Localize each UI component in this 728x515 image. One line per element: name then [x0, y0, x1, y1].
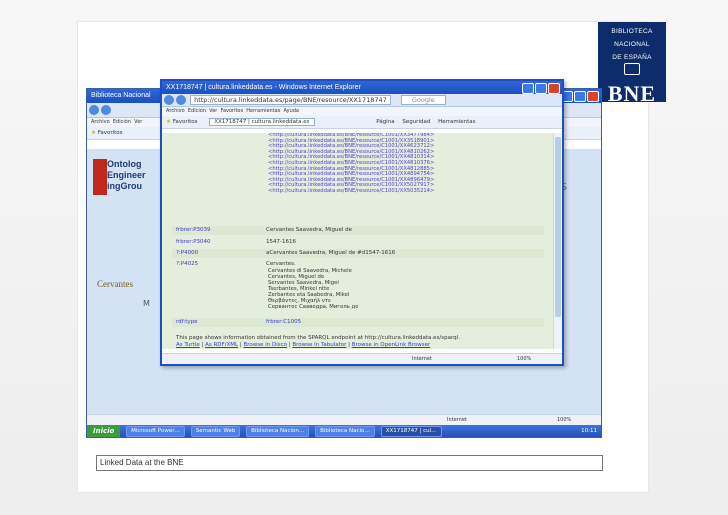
task-biblioteca-2[interactable]: Biblioteca Nacio… [315, 426, 375, 437]
property-row: frbrer:P3040 1547-1616 [176, 239, 296, 245]
property-key[interactable]: ?:P4025 [176, 261, 266, 267]
name-variant: Сервантес Сааведра, Мигель де [268, 304, 359, 310]
property-key[interactable]: rdf:type [176, 319, 266, 325]
property-row: ?:P4025 Cervantes. [176, 261, 296, 267]
menu-edicion[interactable]: Edición [188, 108, 206, 114]
task-semantic-web[interactable]: Semantic Web [190, 426, 241, 437]
property-row: ?:P4000 aCervantes Saavedra, Miguel de #d… [176, 250, 395, 256]
address-input[interactable]: http://cultura.linkeddata.es/page/BNE/re… [190, 95, 391, 105]
outer-window-title: Biblioteca Nacional [91, 92, 151, 99]
type-row: rdf:type frbrer:C1005 [176, 319, 301, 325]
menu-favoritos[interactable]: Favoritos [221, 108, 244, 114]
menu-ver[interactable]: Ver [209, 108, 217, 114]
minimize-icon[interactable] [522, 83, 534, 94]
footer-links: As Turtle | As RDF/XML | Browse in Disco… [176, 342, 431, 348]
resource-link[interactable]: <http://cultura.linkeddata.es/BNE/resour… [268, 188, 434, 195]
property-value: Cervantes Saavedra, Miguel de [266, 227, 353, 233]
menu-edicion[interactable]: Edición [113, 119, 131, 125]
as-turtle-link[interactable]: As Turtle [176, 342, 200, 348]
browse-disco-link[interactable]: Browse in Disco [243, 342, 287, 348]
property-value: aCervantes Saavedra, Miguel de #d1547-16… [266, 250, 396, 256]
property-key[interactable]: frbrer:P3040 [176, 239, 266, 245]
maximize-icon[interactable] [574, 91, 586, 102]
inner-menubar: Archivo Edición Ver Favoritos Herramient… [162, 107, 562, 116]
logo-line-2: NACIONAL [614, 41, 650, 48]
toolbar-herramientas[interactable]: Herramientas [438, 119, 475, 125]
inner-status-bar: Internet 100% [162, 353, 562, 364]
logo-text-line: Ontolog [107, 159, 142, 169]
outer-favorites-label[interactable]: Favoritos [98, 130, 123, 136]
logo-text: Ontolog Engineer ingGrou [107, 159, 146, 192]
scrollbar-thumb[interactable] [555, 137, 561, 317]
menu-archivo[interactable]: Archivo [166, 108, 185, 114]
inner-window-title: XX1718747 | cultura.linkeddata.es - Wind… [166, 84, 361, 91]
back-icon[interactable] [89, 105, 99, 115]
inner-window-controls [521, 83, 560, 99]
inner-browser-window: XX1718747 | cultura.linkeddata.es - Wind… [160, 79, 564, 366]
browse-tabulator-link[interactable]: Browse in Tabulator [292, 342, 346, 348]
forward-icon[interactable] [176, 95, 186, 105]
partial-letter: M [143, 299, 150, 308]
menu-archivo[interactable]: Archivo [91, 119, 110, 125]
footer-note: This page shows information obtained fro… [176, 335, 460, 349]
taskbar-clock: 10:11 [581, 428, 597, 434]
logo-text-line: ingGrou [107, 181, 142, 191]
menu-ver[interactable]: Ver [134, 119, 142, 125]
task-xx1718747[interactable]: XX1718747 | cul… [380, 426, 442, 437]
outer-window-controls [560, 91, 599, 108]
property-value: Cervantes. [266, 261, 296, 267]
task-powerpoint[interactable]: Microsoft Power… [126, 426, 186, 437]
back-icon[interactable] [164, 95, 174, 105]
ontology-group-logo: Ontolog Engineer ingGrou [93, 159, 153, 195]
close-icon[interactable] [548, 83, 560, 94]
logo-line-1: BIBLIOTECA [611, 28, 653, 35]
cervantes-logo: Cervantes [97, 279, 133, 289]
search-input[interactable]: Google [400, 95, 446, 105]
property-row: frbrer:P3039 Cervantes Saavedra, Miguel d… [176, 227, 352, 233]
taskbar: Inicio Microsoft Power… Semantic Web Bib… [87, 425, 601, 437]
inner-zoom[interactable]: 100% [517, 354, 531, 364]
toolbar-seguridad[interactable]: Seguridad [402, 119, 430, 125]
as-rdfxml-link[interactable]: As RDF/XML [205, 342, 238, 348]
bne-logo: BIBLIOTECA NACIONAL DE ESPAÑA BNE [598, 22, 666, 106]
inner-titlebar: XX1718747 | cultura.linkeddata.es - Wind… [162, 81, 562, 94]
outer-zoom[interactable]: 100% [557, 415, 571, 425]
property-key[interactable]: frbrer:P3039 [176, 227, 266, 233]
favorites-star-icon[interactable]: ★ [91, 130, 96, 136]
menu-herramientas[interactable]: Herramientas [246, 108, 280, 114]
favorites-star-icon[interactable]: ★ [166, 119, 171, 125]
close-icon[interactable] [587, 91, 599, 102]
logo-bne: BNE [607, 81, 657, 106]
outer-status-bar: Internet 100% [87, 414, 601, 425]
inner-status-zone: Internet [412, 356, 432, 362]
logo-line-3: DE ESPAÑA [612, 54, 652, 61]
resource-links: <http://cultura.linkeddata.es/BNE/resour… [268, 133, 434, 195]
outer-status-zone: Internet [447, 417, 467, 423]
browse-openlink-link[interactable]: Browse in OpenLink Browser [352, 342, 431, 348]
toolbar-pagina[interactable]: Página [376, 119, 394, 125]
inner-page-content: <http://cultura.linkeddata.es/BNE/resour… [162, 133, 554, 349]
logo-block [93, 159, 107, 195]
slide-caption: Linked Data at the BNE [96, 455, 603, 471]
menu-ayuda[interactable]: Ayuda [284, 108, 299, 114]
inner-favorites-bar: ★ Favoritos XX1718747 | cultura.linkedda… [162, 116, 562, 129]
property-key[interactable]: ?:P4000 [176, 250, 266, 256]
forward-icon[interactable] [101, 105, 111, 115]
inner-favorites-label[interactable]: Favoritos [173, 119, 198, 125]
name-variants: Cervantes di Saavedra, Michele Cervantes… [268, 268, 358, 310]
property-value: 1547-1616 [266, 239, 296, 245]
logo-text-line: Engineer [107, 170, 146, 180]
inner-address-bar: http://cultura.linkeddata.es/page/BNE/re… [162, 94, 562, 107]
crest-icon [624, 63, 640, 75]
footer-note-text: This page shows information obtained fro… [176, 335, 460, 341]
task-biblioteca-1[interactable]: Biblioteca Nacion… [246, 426, 310, 437]
vertical-scrollbar[interactable] [553, 133, 562, 349]
page-tab[interactable]: XX1718747 | cultura.linkeddata.es [209, 118, 315, 126]
property-value[interactable]: frbrer:C1005 [266, 319, 301, 325]
maximize-icon[interactable] [535, 83, 547, 94]
start-button[interactable]: Inicio [87, 425, 121, 437]
